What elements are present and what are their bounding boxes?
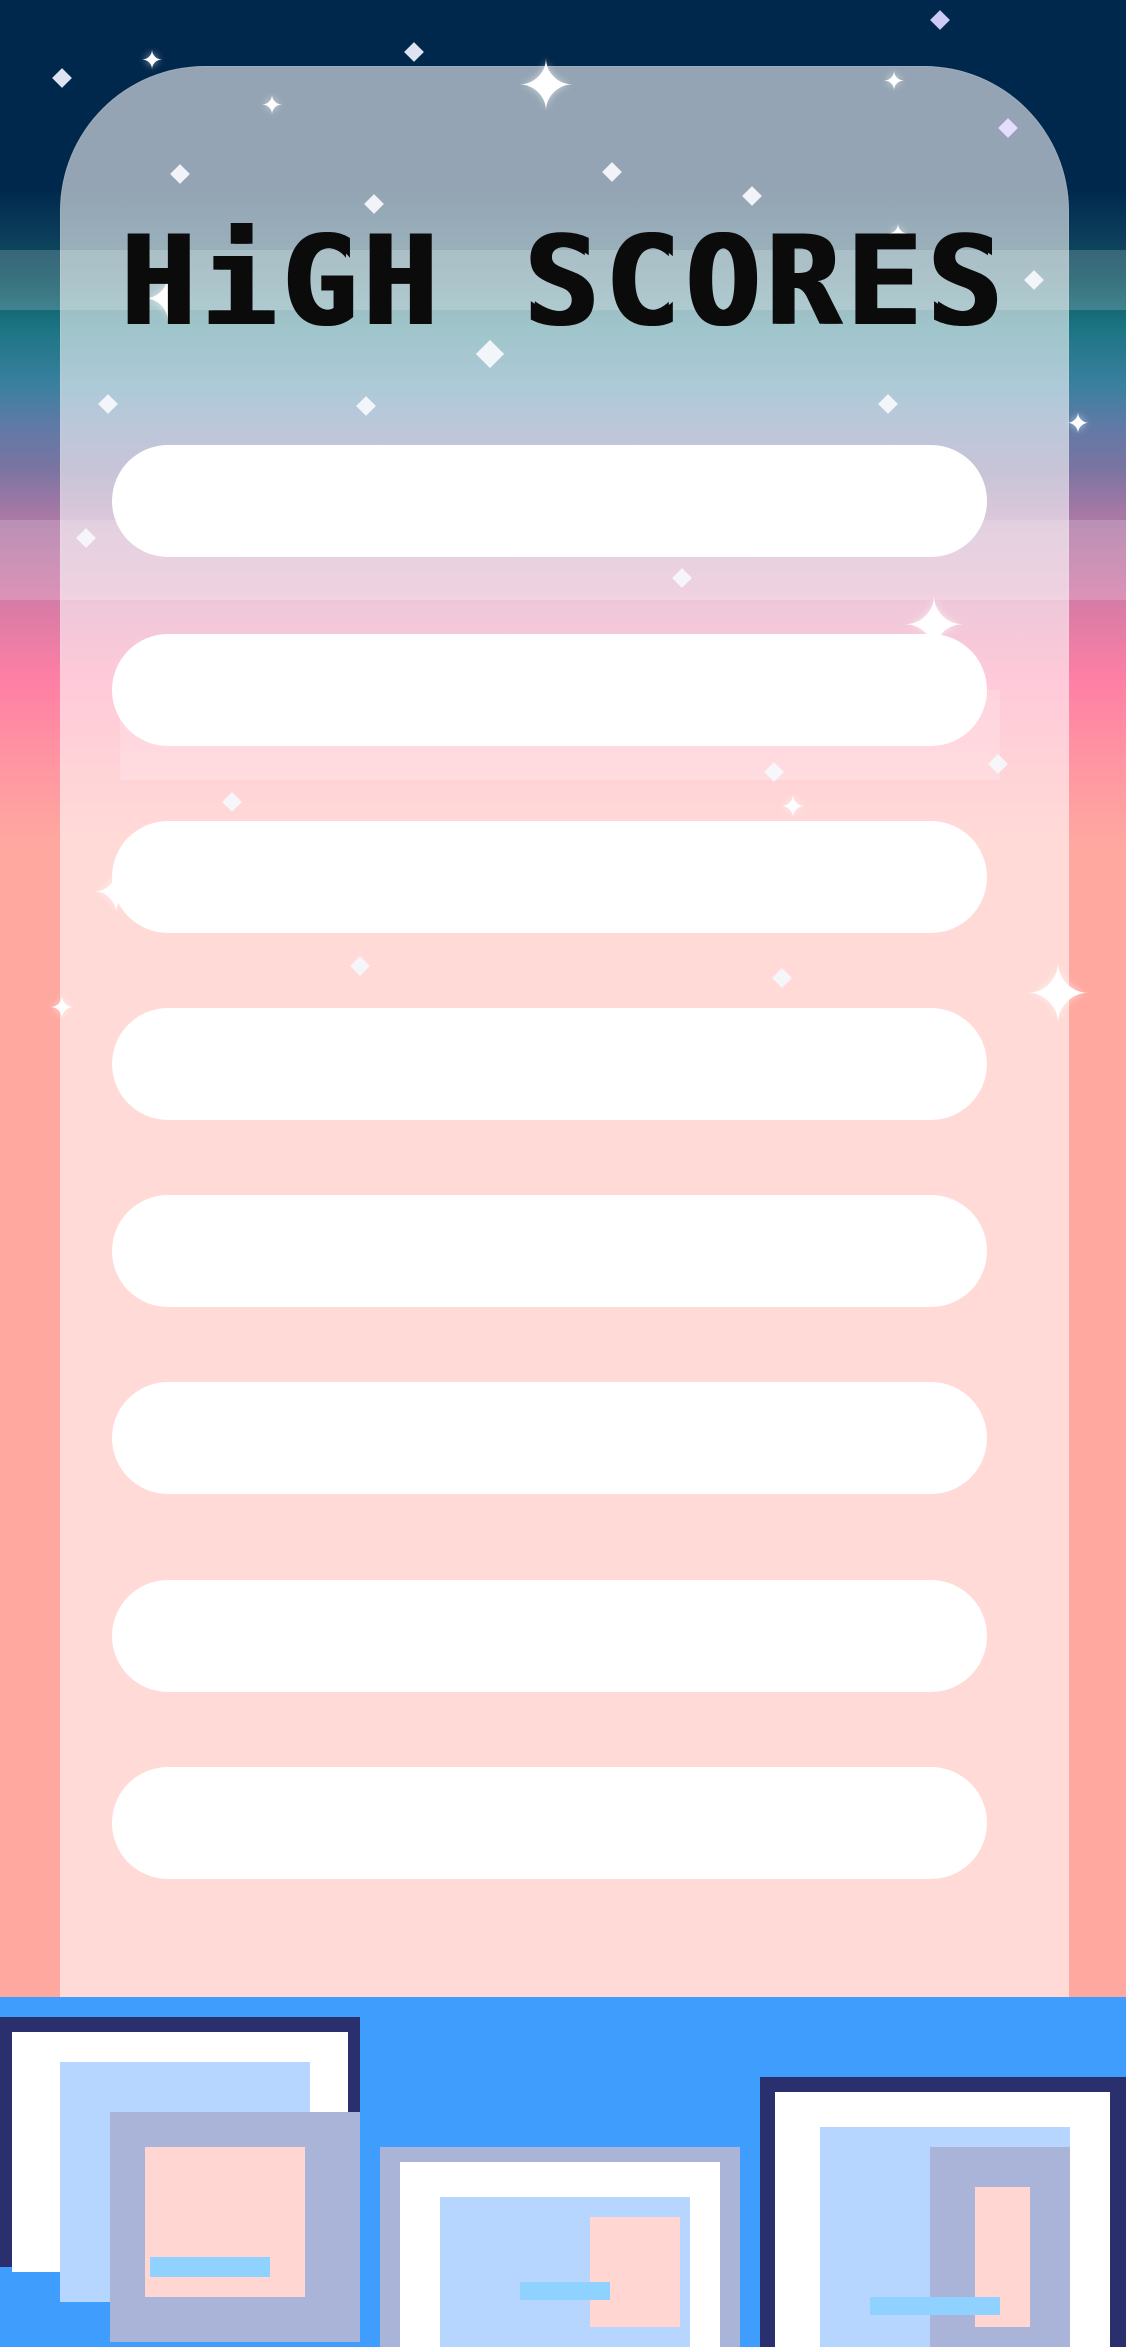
score-row-2[interactable]: [112, 634, 987, 746]
score-row-3[interactable]: [112, 821, 987, 933]
score-row-4[interactable]: [112, 1008, 987, 1120]
score-row-6[interactable]: [112, 1382, 987, 1494]
score-row-5[interactable]: [112, 1195, 987, 1307]
ocean-highlight: [870, 2297, 1000, 2315]
ocean-highlight: [150, 2257, 270, 2277]
ocean-highlight: [520, 2282, 610, 2300]
score-row-1[interactable]: [112, 445, 987, 557]
high-scores-title: HiGH SCORES: [119, 210, 1007, 354]
pixel-ocean: [0, 1827, 1126, 2347]
score-row-7[interactable]: [112, 1580, 987, 1692]
wave-crest-middle-core: [590, 2217, 680, 2327]
